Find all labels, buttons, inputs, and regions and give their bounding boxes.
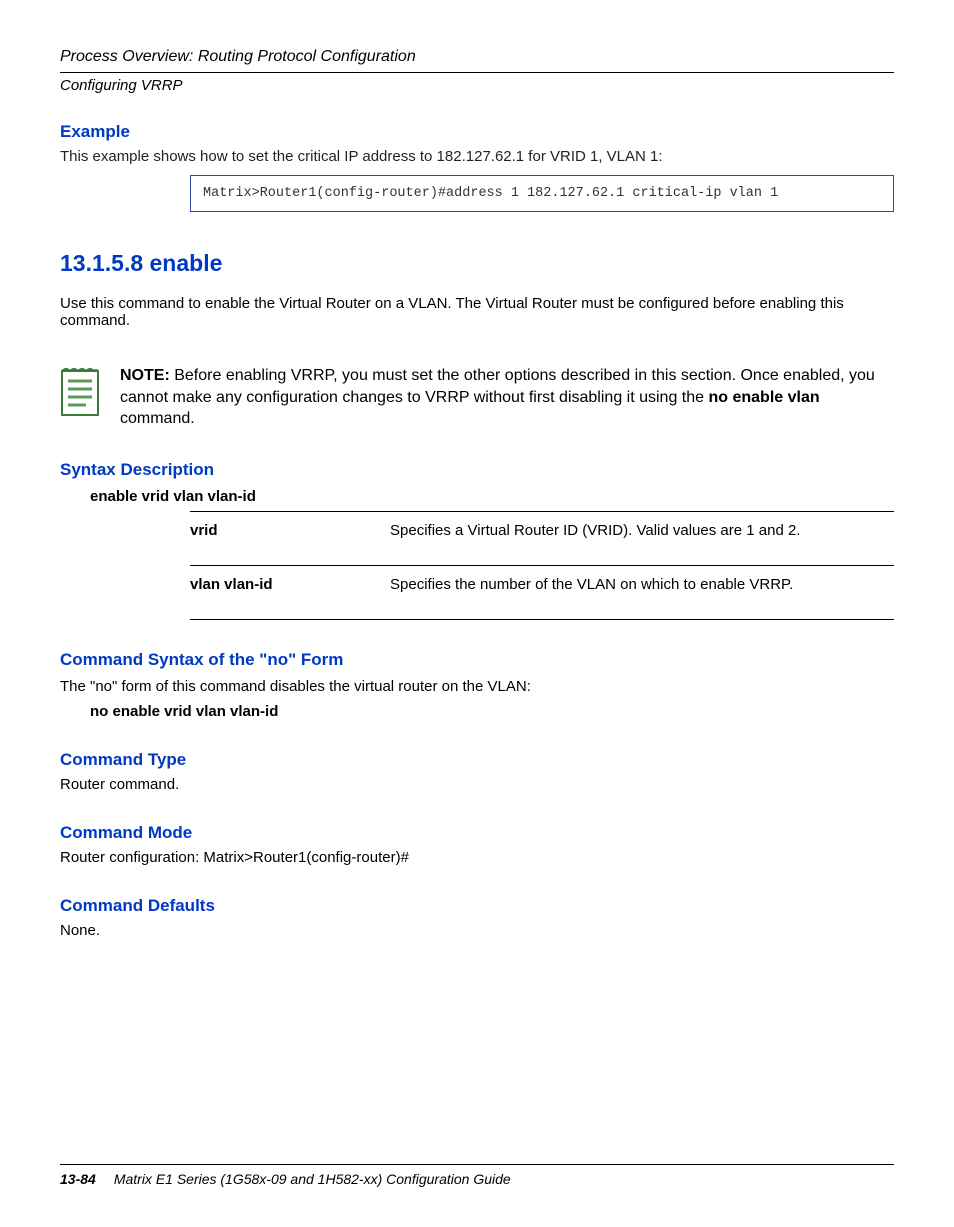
note-block: NOTE: Before enabling VRRP, you must set… <box>60 365 894 430</box>
table-row: vlan vlan-id Specifies the number of the… <box>190 565 894 620</box>
heading-command-mode: Command Mode <box>60 823 894 843</box>
example-intro-text: This example shows how to set the critic… <box>60 148 894 165</box>
heading-syntax-description: Syntax Description <box>60 460 894 480</box>
section-body-text: Use this command to enable the Virtual R… <box>60 295 894 329</box>
command-mode-text: Router configuration: Matrix>Router1(con… <box>60 849 894 866</box>
syntax-value: Specifies a Virtual Router ID (VRID). Va… <box>390 522 894 539</box>
footer-title: Matrix E1 Series (1G58x-09 and 1H582-xx)… <box>114 1171 511 1187</box>
syntax-value: Specifies the number of the VLAN on whic… <box>390 576 894 593</box>
document-page: Process Overview: Routing Protocol Confi… <box>0 0 954 1227</box>
heading-section-enable: 13.1.5.8 enable <box>60 250 894 277</box>
page-footer: 13-84 Matrix E1 Series (1G58x-09 and 1H58… <box>60 1164 894 1187</box>
heading-no-form: Command Syntax of the "no" Form <box>60 650 894 670</box>
syntax-key: vlan vlan-id <box>190 576 390 593</box>
syntax-table: vrid Specifies a Virtual Router ID (VRID… <box>190 511 894 620</box>
no-form-text: The "no" form of this command disables t… <box>60 678 894 695</box>
syntax-command: enable vrid vlan vlan-id <box>90 488 894 505</box>
no-form-command: no enable vrid vlan vlan-id <box>90 703 894 720</box>
heading-command-type: Command Type <box>60 750 894 770</box>
command-defaults-text: None. <box>60 922 894 939</box>
note-text: NOTE: Before enabling VRRP, you must set… <box>120 365 894 430</box>
running-header-line-1: Process Overview: Routing Protocol Confi… <box>60 48 894 73</box>
page-number: 13-84 <box>60 1171 96 1187</box>
example-code-block: Matrix>Router1(config-router)#address 1 … <box>190 175 894 212</box>
note-text-after: command. <box>120 410 195 427</box>
note-icon <box>60 365 102 417</box>
heading-command-defaults: Command Defaults <box>60 896 894 916</box>
running-header-line-2: Configuring VRRP <box>60 73 894 94</box>
note-label: NOTE: <box>120 367 170 384</box>
heading-example: Example <box>60 122 894 142</box>
syntax-key: vrid <box>190 522 390 539</box>
note-command: no enable vlan <box>708 389 819 406</box>
command-type-text: Router command. <box>60 776 894 793</box>
table-row: vrid Specifies a Virtual Router ID (VRID… <box>190 511 894 565</box>
